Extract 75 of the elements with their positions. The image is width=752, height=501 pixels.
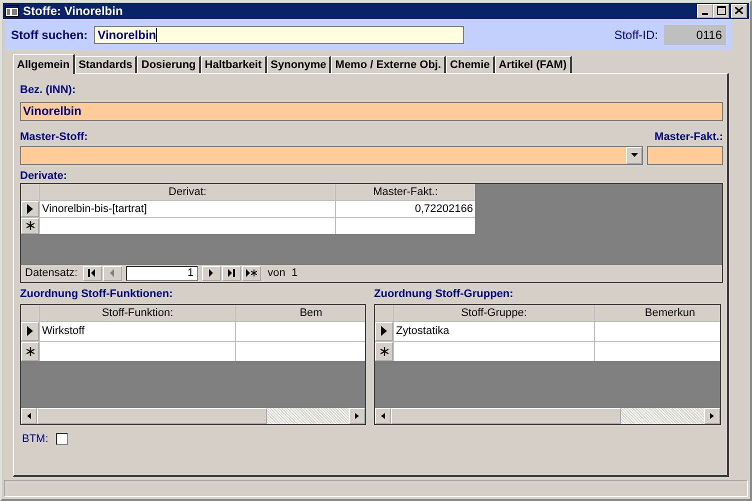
next-record-icon (207, 269, 216, 277)
current-record-icon (27, 326, 33, 336)
new-record-selector[interactable] (21, 218, 39, 234)
tab[interactable]: Chemie (446, 56, 495, 72)
last-record-icon (227, 269, 236, 277)
previous-record-button[interactable] (102, 266, 122, 280)
column-header[interactable]: Bem (236, 304, 365, 320)
column-header[interactable]: Derivat: (40, 184, 335, 200)
minimize-button[interactable] (697, 4, 713, 18)
horizontal-scrollbar[interactable] (21, 408, 365, 424)
new-record-selector[interactable] (375, 342, 393, 360)
header-corner (375, 304, 393, 320)
current-record-icon (381, 326, 387, 336)
horizontal-scrollbar[interactable] (375, 408, 720, 424)
navigation-label: Datensatz: (25, 267, 78, 279)
new-record-selector[interactable] (21, 342, 39, 360)
tab[interactable]: Haltbarkeit (200, 56, 267, 72)
checkbox-label: BTM: (22, 432, 48, 444)
checkbox[interactable] (56, 432, 68, 444)
minimize-icon (702, 12, 708, 15)
table-cell: Vinorelbin-bis-[tartrat] (40, 200, 335, 216)
input-field[interactable]: Vinorelbin (20, 102, 723, 120)
column-header[interactable]: Stoff-Gruppe: (394, 304, 594, 320)
first-record-icon (88, 269, 96, 277)
previous-record-icon (108, 269, 116, 277)
maximize-button[interactable] (713, 4, 729, 18)
next-record-button[interactable] (202, 266, 221, 280)
section-label: Zuordnung Stoff-Gruppen: (374, 288, 514, 300)
field-label: Bez. (INN): (20, 84, 77, 96)
close-icon (735, 7, 743, 14)
tab[interactable]: Allgemein (13, 54, 75, 74)
field-label: Master-Fakt.: (654, 130, 723, 142)
tab[interactable]: Standards (74, 56, 138, 72)
id-label: Stoff-ID: (614, 28, 658, 42)
header-corner (21, 184, 39, 200)
field-label: Master-Stoff: (20, 130, 88, 142)
window-title: Stoffe: Vinorelbin (23, 4, 124, 18)
tab[interactable]: Dosierung (137, 56, 201, 72)
tab[interactable]: Artikel (FAM) (494, 56, 572, 72)
column-header[interactable]: Bemerkun (595, 304, 720, 320)
asterisk-icon (26, 346, 34, 356)
section-label: Zuordnung Stoff-Funktionen: (20, 288, 174, 300)
new-record-icon (246, 269, 257, 277)
column-header[interactable]: Master-Fakt.: (336, 184, 475, 200)
table-cell: 0,72202166 (336, 200, 475, 216)
column-header[interactable]: Stoff-Funktion: (40, 304, 235, 320)
first-record-button[interactable] (82, 266, 102, 280)
section-label: Derivate: (20, 170, 68, 182)
record-selector[interactable] (21, 322, 39, 340)
search-field[interactable]: Vinorelbin (94, 26, 464, 44)
input-field[interactable] (647, 146, 723, 164)
dropdown-button[interactable] (626, 146, 642, 164)
record-selector[interactable] (21, 200, 39, 216)
maximize-icon (716, 6, 726, 16)
id-field: 0116 (664, 24, 726, 44)
table-cell: Zytostatika (394, 322, 594, 340)
right-arrow-icon (709, 412, 715, 420)
last-record-button[interactable] (222, 266, 241, 280)
table-cell: Wirkstoff (40, 322, 235, 340)
search-label: Stoff suchen: (11, 28, 88, 42)
record-number-field[interactable]: 1 (126, 266, 198, 280)
tab[interactable]: Memo / Externe Obj. (331, 56, 446, 72)
record-count: von 1 (268, 267, 298, 279)
left-arrow-icon (380, 412, 386, 420)
caret-icon (630, 153, 638, 157)
left-arrow-icon (26, 412, 32, 420)
record-selector[interactable] (375, 322, 393, 340)
header-corner (21, 304, 39, 320)
asterisk-icon (380, 346, 388, 356)
asterisk-icon (26, 221, 34, 230)
new-record-button[interactable] (242, 266, 261, 280)
tab[interactable]: Synonyme (266, 56, 332, 72)
current-record-icon (27, 204, 33, 214)
right-arrow-icon (354, 412, 360, 420)
close-button[interactable] (731, 4, 747, 18)
